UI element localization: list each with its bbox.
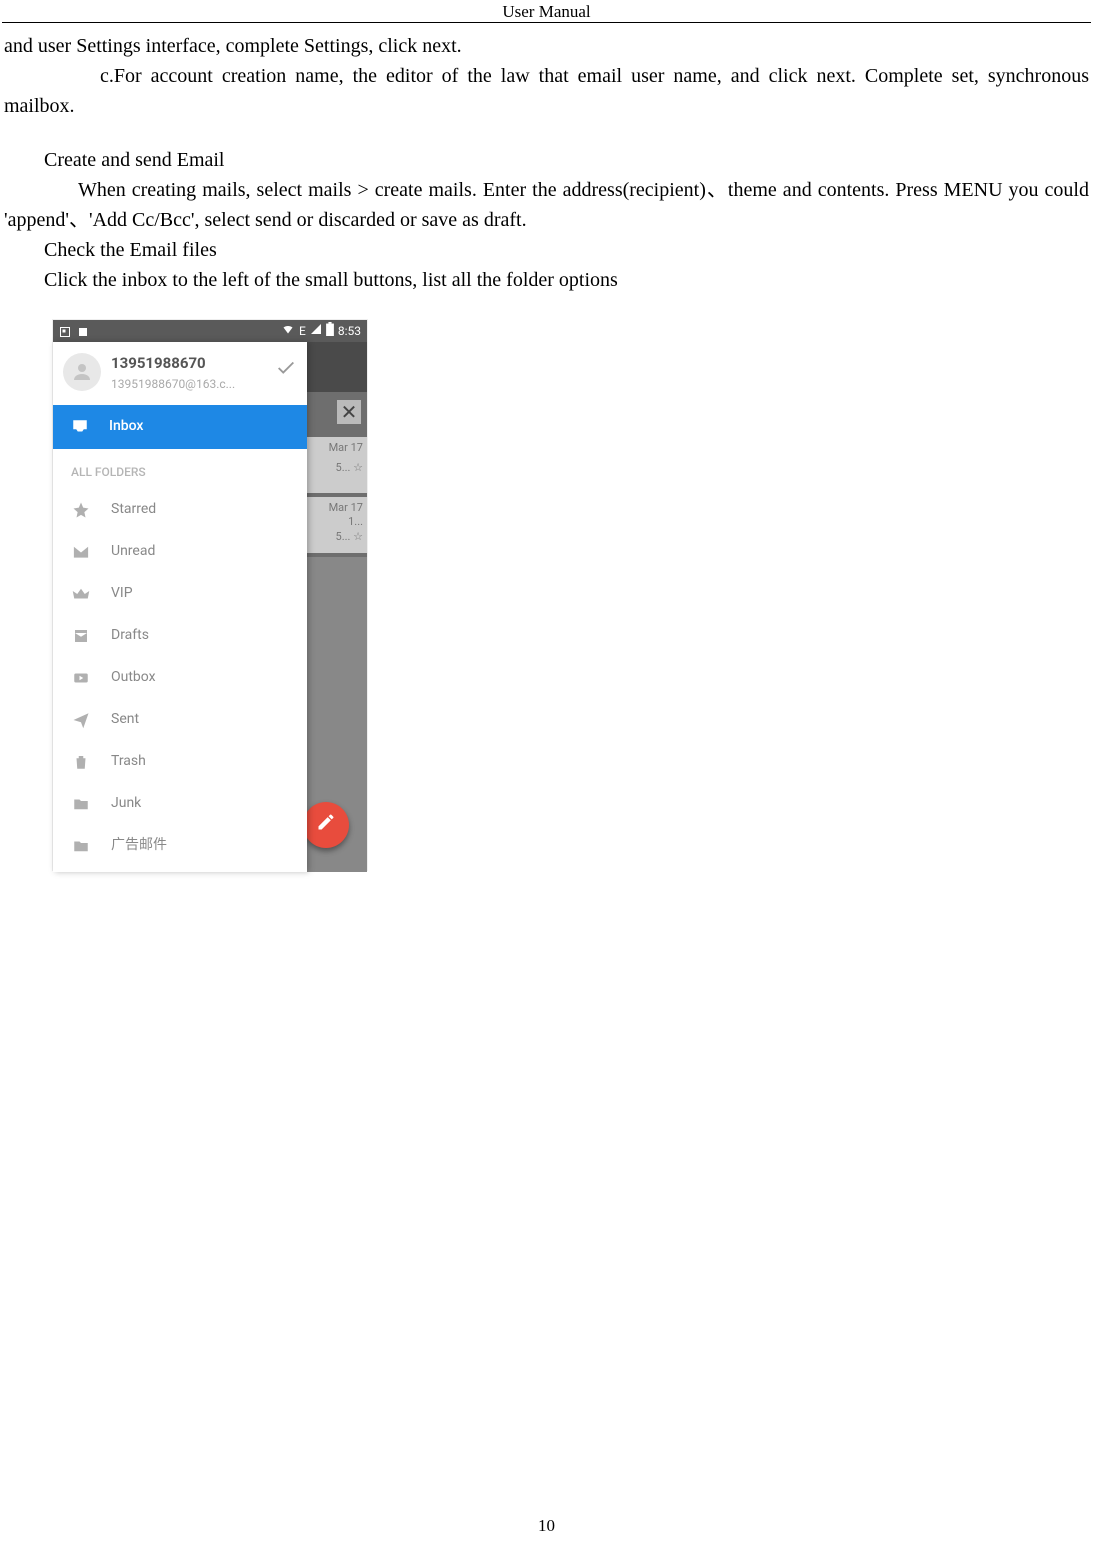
checkmark-icon (275, 357, 297, 387)
folder-drafts[interactable]: Drafts (53, 615, 307, 657)
folder-label: Unread (111, 541, 155, 562)
folder-icon (71, 795, 91, 813)
folder-label: Sent (111, 709, 139, 730)
clock-time: 8:53 (338, 322, 361, 340)
status-bar: E 8:53 (53, 320, 367, 342)
signal-icon (310, 322, 322, 340)
avatar-icon (63, 353, 101, 391)
embedded-screenshot: E 8:53 13951988670 13951988670 (52, 319, 368, 871)
folder-starred[interactable]: Starred (53, 489, 307, 531)
close-icon[interactable]: ✕ (337, 400, 361, 424)
notification-icon (77, 325, 89, 337)
message-fragment: 5... ☆ (307, 530, 363, 544)
folder-label: VIP (111, 583, 133, 604)
battery-icon (326, 322, 334, 341)
message-date: Mar 17 (307, 441, 363, 455)
section-heading: Create and send Email (4, 145, 1089, 175)
screenshot-icon (59, 325, 71, 337)
folder-unread[interactable]: Unread (53, 531, 307, 573)
account-email: 13951988670@163.c... (111, 375, 235, 393)
folder-label: Starred (111, 499, 156, 520)
page-header: User Manual (2, 0, 1091, 23)
folder-trash[interactable]: Trash (53, 741, 307, 783)
sent-icon (71, 711, 91, 729)
folder-icon (71, 837, 91, 855)
account-name: 13951988670 (111, 352, 235, 375)
folder-label: Junk (111, 793, 141, 814)
message-date: Mar 17 (307, 501, 363, 515)
star-icon (71, 501, 91, 519)
paragraph: and user Settings interface, complete Se… (4, 31, 1089, 61)
folder-junk[interactable]: Junk (53, 783, 307, 825)
wifi-icon (281, 322, 295, 340)
account-header[interactable]: 13951988670 13951988670@163.c... (53, 342, 307, 405)
nav-drawer: 13951988670 13951988670@163.c... Inbox A… (53, 342, 307, 872)
drafts-icon (71, 627, 91, 645)
folder-vip[interactable]: VIP (53, 573, 307, 615)
crown-icon (71, 585, 91, 603)
paragraph: Click the inbox to the left of the small… (4, 265, 1089, 295)
paragraph: When creating mails, select mails > crea… (4, 175, 1089, 235)
toolbar-dark (307, 342, 367, 392)
folder-ads[interactable]: 广告邮件 (53, 825, 307, 867)
section-all-folders: ALL FOLDERS (53, 449, 307, 489)
folder-inbox[interactable]: Inbox (53, 405, 307, 449)
pencil-icon (316, 810, 336, 840)
trash-icon (71, 753, 91, 771)
folder-label: Drafts (111, 625, 149, 646)
message-peek[interactable]: Mar 17 5... ☆ (307, 437, 367, 493)
compose-button[interactable] (303, 802, 349, 848)
folder-sent[interactable]: Sent (53, 699, 307, 741)
folder-label: Inbox (109, 416, 143, 437)
paragraph: c.For account creation name, the editor … (4, 61, 1089, 121)
page-number: 10 (0, 1516, 1093, 1536)
folder-outbox[interactable]: Outbox (53, 657, 307, 699)
message-fragment: 5... ☆ (307, 461, 363, 475)
folder-label: Trash (111, 751, 146, 772)
network-type: E (299, 322, 306, 340)
folder-label: 广告邮件 (111, 835, 167, 856)
inbox-icon (71, 418, 89, 436)
message-peek[interactable]: Mar 17 1... 5... ☆ (307, 497, 367, 553)
document-body: and user Settings interface, complete Se… (0, 31, 1093, 871)
folder-label: Outbox (111, 667, 156, 688)
envelope-icon (71, 543, 91, 561)
message-fragment: 1... (307, 515, 363, 529)
section-heading: Check the Email files (4, 235, 1089, 265)
mail-list-background: ✕ Mar 17 5... ☆ Mar 17 1... 5... ☆ (307, 342, 367, 872)
outbox-icon (71, 669, 91, 687)
